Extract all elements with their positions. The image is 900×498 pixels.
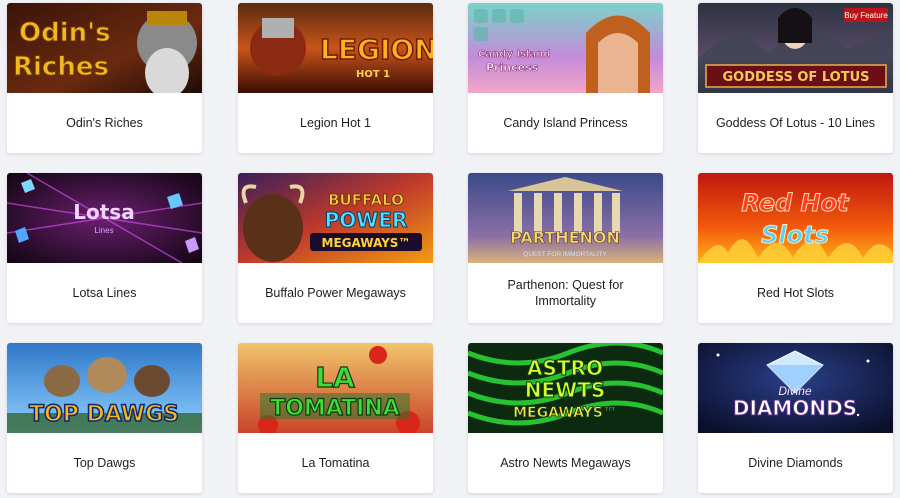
tomatina-logo-sub: TOMATINA [270,396,400,421]
game-title[interactable]: Lotsa Lines [7,263,202,323]
game-title[interactable]: Odin's Riches [7,93,202,153]
game-thumbnail[interactable]: Odin's Riches [7,3,202,93]
game-title[interactable]: Red Hot Slots [698,263,893,323]
buffalo-logo-mid: POWER [325,208,408,232]
game-thumbnail[interactable]: Lotsa Lines [7,173,202,263]
game-thumbnail[interactable]: Candy Island Princess [468,3,663,93]
game-card-odins-riches[interactable]: Odin's Riches Odin's Riches [7,3,202,153]
astro-logo-mid: NEWTS [525,378,606,402]
game-thumbnail[interactable]: LA TOMATINA [238,343,433,433]
divine-logo-sub: DIAMONDS [733,396,857,420]
game-card-candy-island-princess[interactable]: Candy Island Princess Candy Island Princ… [468,3,663,153]
game-card-parthenon[interactable]: PARTHENON QUEST FOR IMMORTALITY Partheno… [468,173,663,323]
top-dawgs-logo: TOP DAWGS [29,402,179,427]
game-title[interactable]: Astro Newts Megaways [468,433,663,493]
game-grid: Odin's Riches Odin's Riches LEGION HOT 1… [0,0,900,498]
game-thumbnail[interactable]: TOP DAWGS [7,343,202,433]
game-thumbnail[interactable]: LEGION HOT 1 [238,3,433,93]
game-thumbnail[interactable]: Divine DIAMONDS [698,343,893,433]
buffalo-logo: BUFFALO [328,191,404,209]
lotsa-logo: Lotsa [73,200,134,224]
game-title[interactable]: Legion Hot 1 [238,93,433,153]
game-title[interactable]: Divine Diamonds [698,433,893,493]
odins-logo-line2: Riches [13,52,109,82]
game-card-buffalo-power-megaways[interactable]: BUFFALO POWER MEGAWAYS™ Buffalo Power Me… [238,173,433,323]
parthenon-logo: PARTHENON [510,228,620,247]
game-card-goddess-of-lotus[interactable]: GODDESS OF LOTUS Buy Feature Goddess Of … [698,3,893,153]
game-card-legion-hot-1[interactable]: LEGION HOT 1 Legion Hot 1 [238,3,433,153]
game-thumbnail[interactable]: BUFFALO POWER MEGAWAYS™ [238,173,433,263]
buy-feature-badge: Buy Feature [844,11,888,20]
red-hot-logo: Red Hot [741,189,850,217]
game-card-divine-diamonds[interactable]: Divine DIAMONDS Divine Diamonds [698,343,893,493]
legion-logo-sub: HOT 1 [356,69,390,80]
game-card-red-hot-slots[interactable]: Red Hot Slots Red Hot Slots [698,173,893,323]
game-title[interactable]: La Tomatina [238,433,433,493]
astro-logo-sub: MEGAWAYS™ [513,405,617,421]
game-title[interactable]: Parthenon: Quest for Immortality [468,263,663,323]
candy-logo-line2: Princess [486,61,539,74]
game-title[interactable]: Top Dawgs [7,433,202,493]
lotus-logo: GODDESS OF LOTUS [723,70,870,85]
game-title[interactable]: Candy Island Princess [468,93,663,153]
game-card-astro-newts-megaways[interactable]: ASTRO NEWTS MEGAWAYS™ Astro Newts Megawa… [468,343,663,493]
legion-logo: LEGION [320,33,433,66]
game-title[interactable]: Goddess Of Lotus - 10 Lines [698,93,893,153]
game-thumbnail[interactable]: GODDESS OF LOTUS Buy Feature [698,3,893,93]
game-card-lotsa-lines[interactable]: Lotsa Lines Lotsa Lines [7,173,202,323]
game-thumbnail[interactable]: ASTRO NEWTS MEGAWAYS™ [468,343,663,433]
game-card-top-dawgs[interactable]: TOP DAWGS Top Dawgs [7,343,202,493]
red-hot-logo-sub: Slots [761,221,829,249]
game-thumbnail[interactable]: PARTHENON QUEST FOR IMMORTALITY [468,173,663,263]
game-card-la-tomatina[interactable]: LA TOMATINA La Tomatina [238,343,433,493]
odins-logo-line1: Odin's [19,18,111,48]
buffalo-logo-sub: MEGAWAYS™ [322,236,411,250]
lotsa-logo-sub: Lines [94,226,113,235]
game-thumbnail[interactable]: Red Hot Slots [698,173,893,263]
game-title[interactable]: Buffalo Power Megaways [238,263,433,323]
tomatina-logo: LA [315,361,355,394]
astro-logo: ASTRO [527,356,603,380]
candy-logo-line1: Candy Island [478,49,551,60]
parthenon-logo-sub: QUEST FOR IMMORTALITY [523,251,607,258]
